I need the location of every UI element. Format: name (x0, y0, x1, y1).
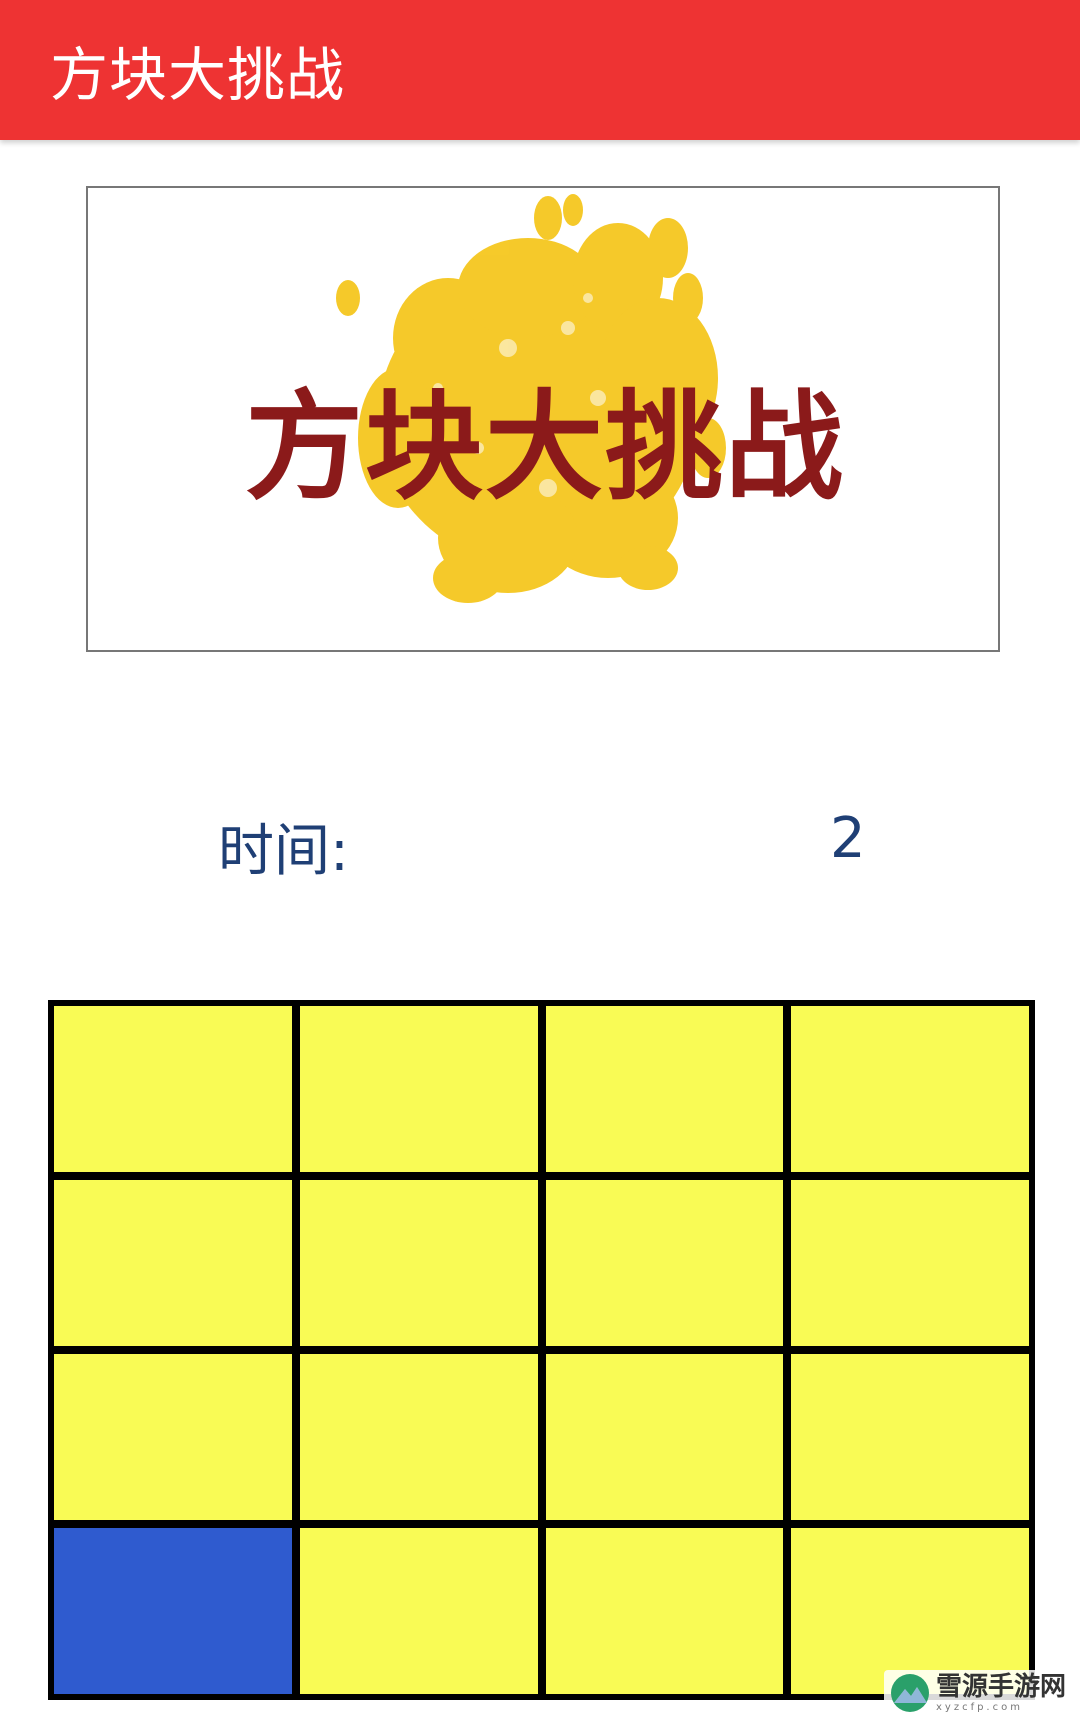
mountain-logo-icon (890, 1674, 929, 1712)
timer-value: 2 (830, 806, 866, 871)
grid-cell[interactable] (299, 1528, 538, 1694)
app-title: 方块大挑战 (50, 41, 346, 109)
watermark: 雪源手游网 xyzcfp.com (883, 1670, 1072, 1716)
title-banner: 方块大挑战 (86, 186, 1000, 652)
timer-label: 时间: (218, 819, 349, 884)
grid-cell[interactable] (299, 1354, 538, 1520)
grid-cell-active[interactable] (54, 1528, 292, 1694)
grid-cell[interactable] (545, 1354, 784, 1520)
grid-cell[interactable] (299, 1180, 538, 1346)
banner-title: 方块大挑战 (244, 377, 845, 516)
grid-cell[interactable] (54, 1006, 292, 1172)
grid-cell[interactable] (54, 1354, 292, 1520)
watermark-domain: xyzcfp.com (935, 1701, 1023, 1713)
grid-cell[interactable] (791, 1354, 1029, 1520)
grid-cell[interactable] (791, 1180, 1029, 1346)
grid-cell[interactable] (791, 1006, 1029, 1172)
grid-cell[interactable] (545, 1180, 784, 1346)
grid-cell[interactable] (545, 1006, 784, 1172)
watermark-text: 雪源手游网 (935, 1671, 1066, 1702)
grid-cell[interactable] (545, 1528, 784, 1694)
grid-cell[interactable] (54, 1180, 292, 1346)
grid-cell[interactable] (299, 1006, 538, 1172)
app-bar: 方块大挑战 (0, 0, 1080, 140)
game-board (48, 1000, 1035, 1700)
